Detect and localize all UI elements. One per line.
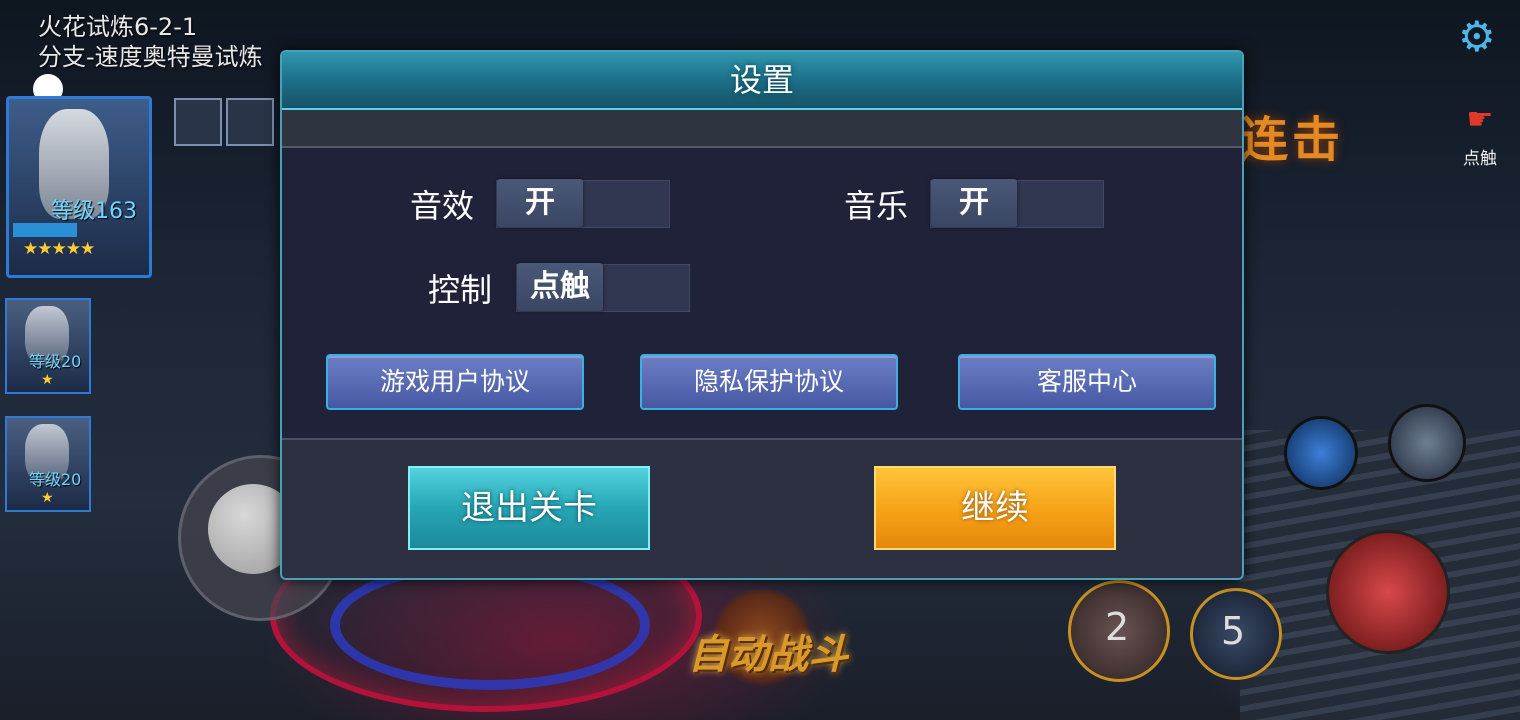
combo-label: 连击 [1240,112,1345,168]
skill-cooldown: 5 [1221,609,1246,653]
hero-stars: ★ [41,372,54,388]
hero-level: 等级20 [29,470,82,489]
customer-service-button[interactable]: 客服中心 [958,354,1216,410]
buff-icon-mask [174,98,222,146]
hero-level: 等级20 [29,352,82,371]
touch-hint-label: 点触 [1463,149,1497,169]
skill-slot-1[interactable]: 2 [1068,580,1170,682]
user-agreement-button[interactable]: 游戏用户协议 [326,354,584,410]
auto-battle-button[interactable]: 自动战斗 [688,622,848,680]
control-toggle[interactable]: 点触 [516,263,690,312]
hero-hp-bar [13,223,77,237]
stage-title: 火花试炼6-2-1 分支-速度奥特曼试炼 [38,12,263,72]
sound-label: 音效 [410,187,475,225]
hero-level: 等级163 [51,199,137,224]
touch-hint[interactable]: ☛ 点触 [1450,96,1510,169]
dialog-body: 音效 开 音乐 开 控制 点触 游戏用户协议 隐私保护协议 客服中心 [282,148,1242,438]
music-label: 音乐 [844,187,909,225]
music-toggle-knob: 开 [931,179,1017,227]
hero-stars: ★ [41,490,54,506]
buff-icon-character [226,98,274,146]
attack-button[interactable] [1326,530,1450,654]
dialog-subheader [282,110,1242,148]
sound-toggle[interactable]: 开 [496,179,670,228]
hero-stars: ★★★★★ [23,239,95,259]
gear-icon[interactable]: ⚙ [1458,16,1496,58]
hand-pointer-icon: ☛ [1466,102,1494,137]
control-label: 控制 [428,271,493,309]
exit-stage-button[interactable]: 退出关卡 [408,466,650,550]
hero-portrait-2[interactable]: 等级20 ★ [5,298,91,394]
skill-ice-button[interactable] [1284,416,1358,490]
hero-portrait-3[interactable]: 等级20 ★ [5,416,91,512]
settings-dialog: 设置 音效 开 音乐 开 控制 点触 游戏用户协议 隐私保护协议 客服中心 退出… [280,50,1244,580]
skill-transform-button[interactable] [1388,404,1466,482]
continue-button[interactable]: 继续 [874,466,1116,550]
sound-toggle-knob: 开 [497,179,583,227]
dialog-header: 设置 [282,52,1242,110]
music-toggle[interactable]: 开 [930,179,1104,228]
hero-portrait-main[interactable]: 等级163 ★★★★★ [6,96,152,278]
privacy-policy-button[interactable]: 隐私保护协议 [640,354,898,410]
skill-slot-2[interactable]: 5 [1190,588,1282,680]
skill-cooldown: 2 [1105,605,1130,649]
control-toggle-knob: 点触 [517,263,603,311]
stage-subtitle: 分支-速度奥特曼试炼 [38,43,263,71]
dialog-title: 设置 [729,61,794,99]
stage-name: 火花试炼6-2-1 [38,13,198,41]
